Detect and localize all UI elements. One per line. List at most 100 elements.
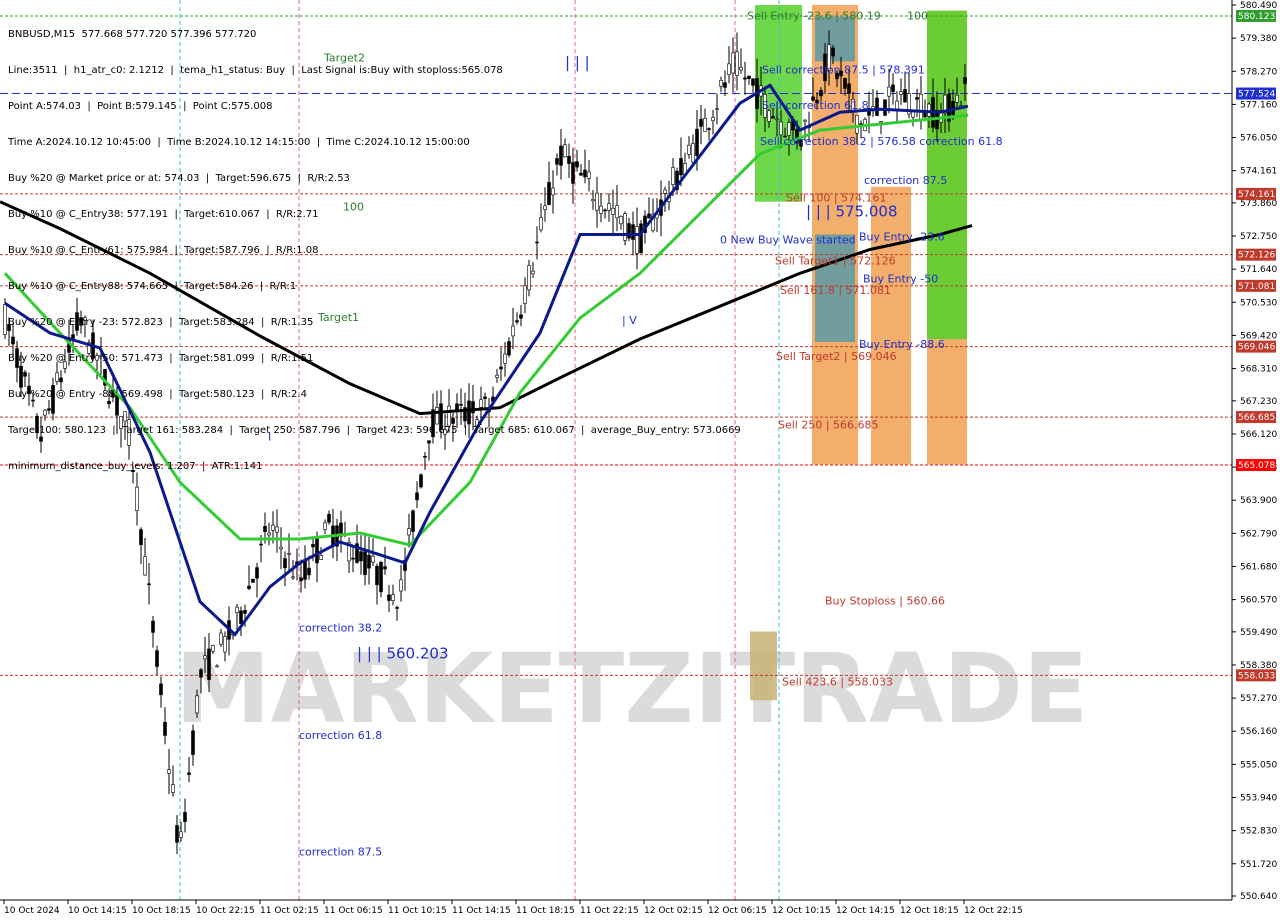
chart-annotation: correction 38.2 xyxy=(299,622,382,635)
candle-body xyxy=(779,121,783,136)
x-tick-label: 11 Oct 06:15 xyxy=(324,906,383,916)
candle-body xyxy=(379,562,383,593)
candle-body xyxy=(191,730,195,755)
level-tag-label: 572.126 xyxy=(1238,251,1275,261)
level-tag-label: 574.161 xyxy=(1238,190,1275,200)
x-tick-label: 12 Oct 10:15 xyxy=(772,906,831,916)
y-tick-label: 576.050 xyxy=(1240,134,1277,144)
y-tick-label: 577.160 xyxy=(1240,100,1277,110)
y-tick-label: 580.490 xyxy=(1240,1,1277,11)
chart-annotation: Sell 161.8 | 571.081 xyxy=(780,284,891,297)
y-tick-label: 572.750 xyxy=(1240,232,1277,242)
candle-body xyxy=(279,546,283,550)
candle-body xyxy=(787,122,791,136)
info-line: Time A:2024.10.12 10:45:00 | Time B:2024… xyxy=(8,137,470,148)
chart-annotation: | | | 560.203 xyxy=(357,644,449,662)
candle-body xyxy=(319,554,323,560)
candle-body xyxy=(247,585,251,589)
chart-annotation: 100 xyxy=(907,10,928,23)
y-tick-label: 556.160 xyxy=(1240,727,1277,737)
candle-body xyxy=(275,526,279,533)
y-tick-label: 551.720 xyxy=(1240,860,1277,870)
info-line: Line:3511 | h1_atr_c0: 2.1212 | tema_h1_… xyxy=(8,65,503,76)
candle-body xyxy=(219,632,223,645)
candle-body xyxy=(915,97,919,100)
candle-body xyxy=(351,557,355,560)
chart-annotation: Sell correction 38.2 | 576.58 correction… xyxy=(760,135,1003,148)
candle-body xyxy=(143,556,147,576)
candle-body xyxy=(171,784,175,793)
level-tag-label: 569.046 xyxy=(1238,343,1275,353)
candle-body xyxy=(831,47,835,57)
info-line: Buy %20 @ Market price or at: 574.03 | T… xyxy=(8,173,350,184)
y-tick-label: 573.860 xyxy=(1240,199,1277,209)
x-tick-label: 10 Oct 18:15 xyxy=(132,906,191,916)
level-tag-label: 580.123 xyxy=(1238,12,1275,22)
chart-annotation: Sell 423.6 | 558.033 xyxy=(782,675,893,688)
candle-body xyxy=(203,655,207,660)
x-tick-label: 12 Oct 22:15 xyxy=(964,906,1023,916)
candle-body xyxy=(923,112,927,118)
candle-body xyxy=(139,529,143,546)
candle-body xyxy=(891,84,895,93)
candle-body xyxy=(327,513,331,523)
y-tick-label: 560.570 xyxy=(1240,596,1277,606)
chart-annotation: correction 87.5 xyxy=(864,174,947,187)
y-tick-label: 550.640 xyxy=(1240,892,1277,902)
candle-body xyxy=(315,537,319,564)
x-tick-label: 10 Oct 14:15 xyxy=(68,906,127,916)
x-tick-label: 10 Oct 22:15 xyxy=(196,906,255,916)
candle-body xyxy=(195,695,199,714)
y-tick-label: 571.640 xyxy=(1240,265,1277,275)
info-line: Buy %20 @ Entry -50: 571.473 | Target:58… xyxy=(8,353,314,364)
y-tick-label: 552.830 xyxy=(1240,827,1277,837)
info-line: Buy %20 @ Entry -88: 569.498 | Target:58… xyxy=(8,389,307,400)
candle-body xyxy=(371,555,375,563)
level-tag-label: 558.033 xyxy=(1238,671,1275,681)
x-tick-label: 12 Oct 02:15 xyxy=(644,906,703,916)
candle-body xyxy=(747,75,751,79)
y-tick-label: 559.490 xyxy=(1240,628,1277,638)
y-tick-label: 557.270 xyxy=(1240,694,1277,704)
candle-body xyxy=(263,526,267,532)
candle-body xyxy=(211,645,215,652)
candle-body xyxy=(411,510,415,532)
candle-body xyxy=(751,78,755,86)
candle-body xyxy=(251,578,255,583)
candle-body xyxy=(383,566,387,570)
chart-annotation: correction 87.5 xyxy=(299,845,382,858)
info-line: Buy %10 @ C_Entry38: 577.191 | Target:61… xyxy=(8,209,319,220)
chart-annotation: Sell correction 87.5 | 578.391 xyxy=(762,63,925,76)
candle-body xyxy=(307,567,311,576)
y-tick-label: 562.790 xyxy=(1240,529,1277,539)
candle-body xyxy=(363,551,367,576)
candle-body xyxy=(155,650,159,667)
candle-body xyxy=(375,565,379,586)
y-tick-label: 579.380 xyxy=(1240,34,1277,44)
level-tag-label: 565.078 xyxy=(1238,461,1275,471)
candle-body xyxy=(391,594,395,601)
candle-body xyxy=(847,83,851,94)
candle-body xyxy=(271,524,275,531)
y-tick-label: 567.230 xyxy=(1240,397,1277,407)
candle-body xyxy=(147,583,151,586)
candle-body xyxy=(215,665,219,668)
chart-annotation: Sell Target1 | 572.126 xyxy=(775,254,896,267)
y-tick-label: 578.270 xyxy=(1240,67,1277,77)
candle-body xyxy=(775,118,779,121)
candle-body xyxy=(743,77,747,80)
chart-annotation: Sell Target2 | 569.046 xyxy=(776,350,897,363)
candle-body xyxy=(311,544,315,548)
candle-body xyxy=(175,825,179,843)
candle-body xyxy=(359,551,363,562)
candle-body xyxy=(407,528,411,536)
candle-body xyxy=(179,831,183,838)
chart-annotation: Buy Stoploss | 560.66 xyxy=(825,595,945,608)
candle-body xyxy=(323,522,327,530)
candle-body xyxy=(899,91,903,95)
x-tick-label: 11 Oct 18:15 xyxy=(516,906,575,916)
x-tick-label: 11 Oct 14:15 xyxy=(452,906,511,916)
y-tick-label: 568.310 xyxy=(1240,365,1277,375)
level-tag-label: 577.524 xyxy=(1238,90,1275,100)
y-tick-label: 561.680 xyxy=(1240,562,1277,572)
